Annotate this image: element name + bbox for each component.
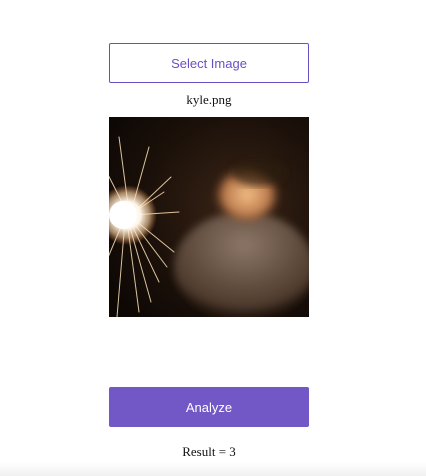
- page-bottom-edge: [0, 462, 426, 476]
- image-preview: [109, 117, 309, 317]
- result-text: Result = 3: [182, 444, 236, 459]
- analyze-label: Analyze: [185, 399, 233, 415]
- select-image-label: Select Image: [171, 55, 247, 71]
- select-image-button[interactable]: Select Image: [109, 43, 309, 83]
- analyze-button[interactable]: Analyze: [109, 387, 309, 427]
- file-name: kyle.png: [186, 92, 232, 107]
